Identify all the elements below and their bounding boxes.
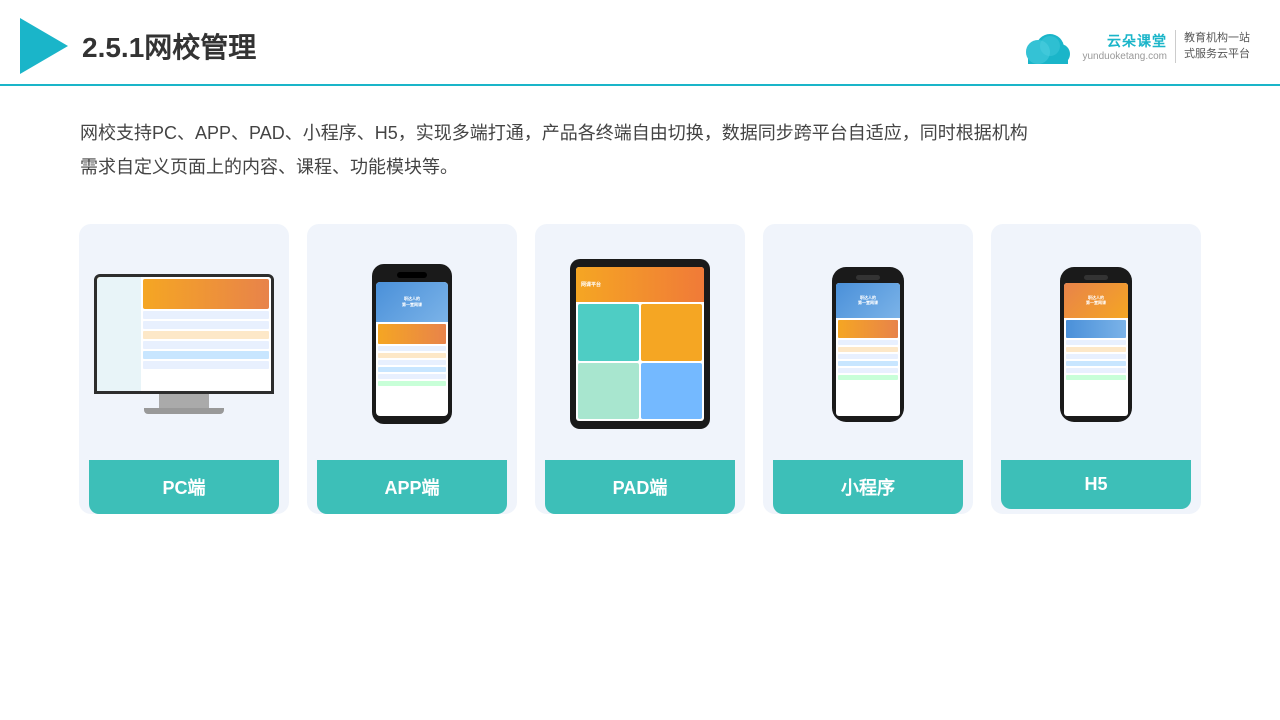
- pc-image-area: [89, 244, 279, 444]
- card-pc: PC端: [79, 224, 289, 514]
- small-phone-screen: 职达人的第一堂网课: [836, 283, 900, 416]
- card-h5-label: H5: [1001, 460, 1191, 509]
- header-left: 2.5.1网校管理: [20, 18, 256, 74]
- card-miniapp-label: 小程序: [773, 460, 963, 514]
- phone-notch: [397, 272, 427, 278]
- pad-image-area: 网课平台: [545, 244, 735, 444]
- miniapp-image-area: 职达人的第一堂网课: [773, 244, 963, 444]
- brand-tagline: 教育机构一站 式服务云平台: [1175, 30, 1250, 63]
- card-miniapp: 职达人的第一堂网课 小程序: [763, 224, 973, 514]
- phone-banner-text: 职达人的第一堂网课: [402, 296, 422, 308]
- card-h5: 职达人的第一堂网课 H5: [991, 224, 1201, 514]
- pad-tablet-icon: 网课平台: [570, 259, 710, 429]
- card-pad: 网课平台 PAD端: [535, 224, 745, 514]
- cards-container: PC端 职达人的第一堂网课: [0, 204, 1280, 544]
- brand-name: 云朵课堂: [1107, 31, 1167, 51]
- miniapp-phone-icon: 职达人的第一堂网课: [832, 267, 904, 422]
- phone-screen: 职达人的第一堂网课: [376, 282, 448, 416]
- header: 2.5.1网校管理 云朵课堂 yunduoketang.com 教育机构一站 式…: [0, 0, 1280, 86]
- card-app-label: APP端: [317, 460, 507, 514]
- brand-url: yunduoketang.com: [1082, 51, 1167, 62]
- h5-phone-screen: 职达人的第一堂网课: [1064, 283, 1128, 416]
- card-pad-label: PAD端: [545, 460, 735, 514]
- h5-phone-notch: [1084, 275, 1108, 280]
- tablet-screen: 网课平台: [576, 267, 704, 421]
- page-title: 2.5.1网校管理: [82, 26, 256, 66]
- small-phone-notch: [856, 275, 880, 280]
- brand-logo: 云朵课堂 yunduoketang.com 教育机构一站 式服务云平台: [1018, 26, 1250, 66]
- logo-triangle-icon: [20, 18, 68, 74]
- h5-image-area: 职达人的第一堂网课: [1001, 244, 1191, 444]
- app-phone-icon: 职达人的第一堂网课: [372, 264, 452, 424]
- app-image-area: 职达人的第一堂网课: [317, 244, 507, 444]
- description-text: 网校支持PC、APP、PAD、小程序、H5，实现多端打通，产品各终端自由切换，数…: [0, 86, 1280, 204]
- card-pc-label: PC端: [89, 460, 279, 514]
- small-phone-banner-text: 职达人的第一堂网课: [858, 295, 878, 305]
- cloud-icon: [1018, 26, 1074, 66]
- pc-monitor-icon: [94, 274, 274, 414]
- h5-phone-icon: 职达人的第一堂网课: [1060, 267, 1132, 422]
- description-paragraph: 网校支持PC、APP、PAD、小程序、H5，实现多端打通，产品各终端自由切换，数…: [80, 116, 1200, 184]
- h5-phone-banner-text: 职达人的第一堂网课: [1086, 295, 1106, 305]
- card-app: 职达人的第一堂网课 APP端: [307, 224, 517, 514]
- brand-text: 云朵课堂 yunduoketang.com: [1082, 31, 1167, 62]
